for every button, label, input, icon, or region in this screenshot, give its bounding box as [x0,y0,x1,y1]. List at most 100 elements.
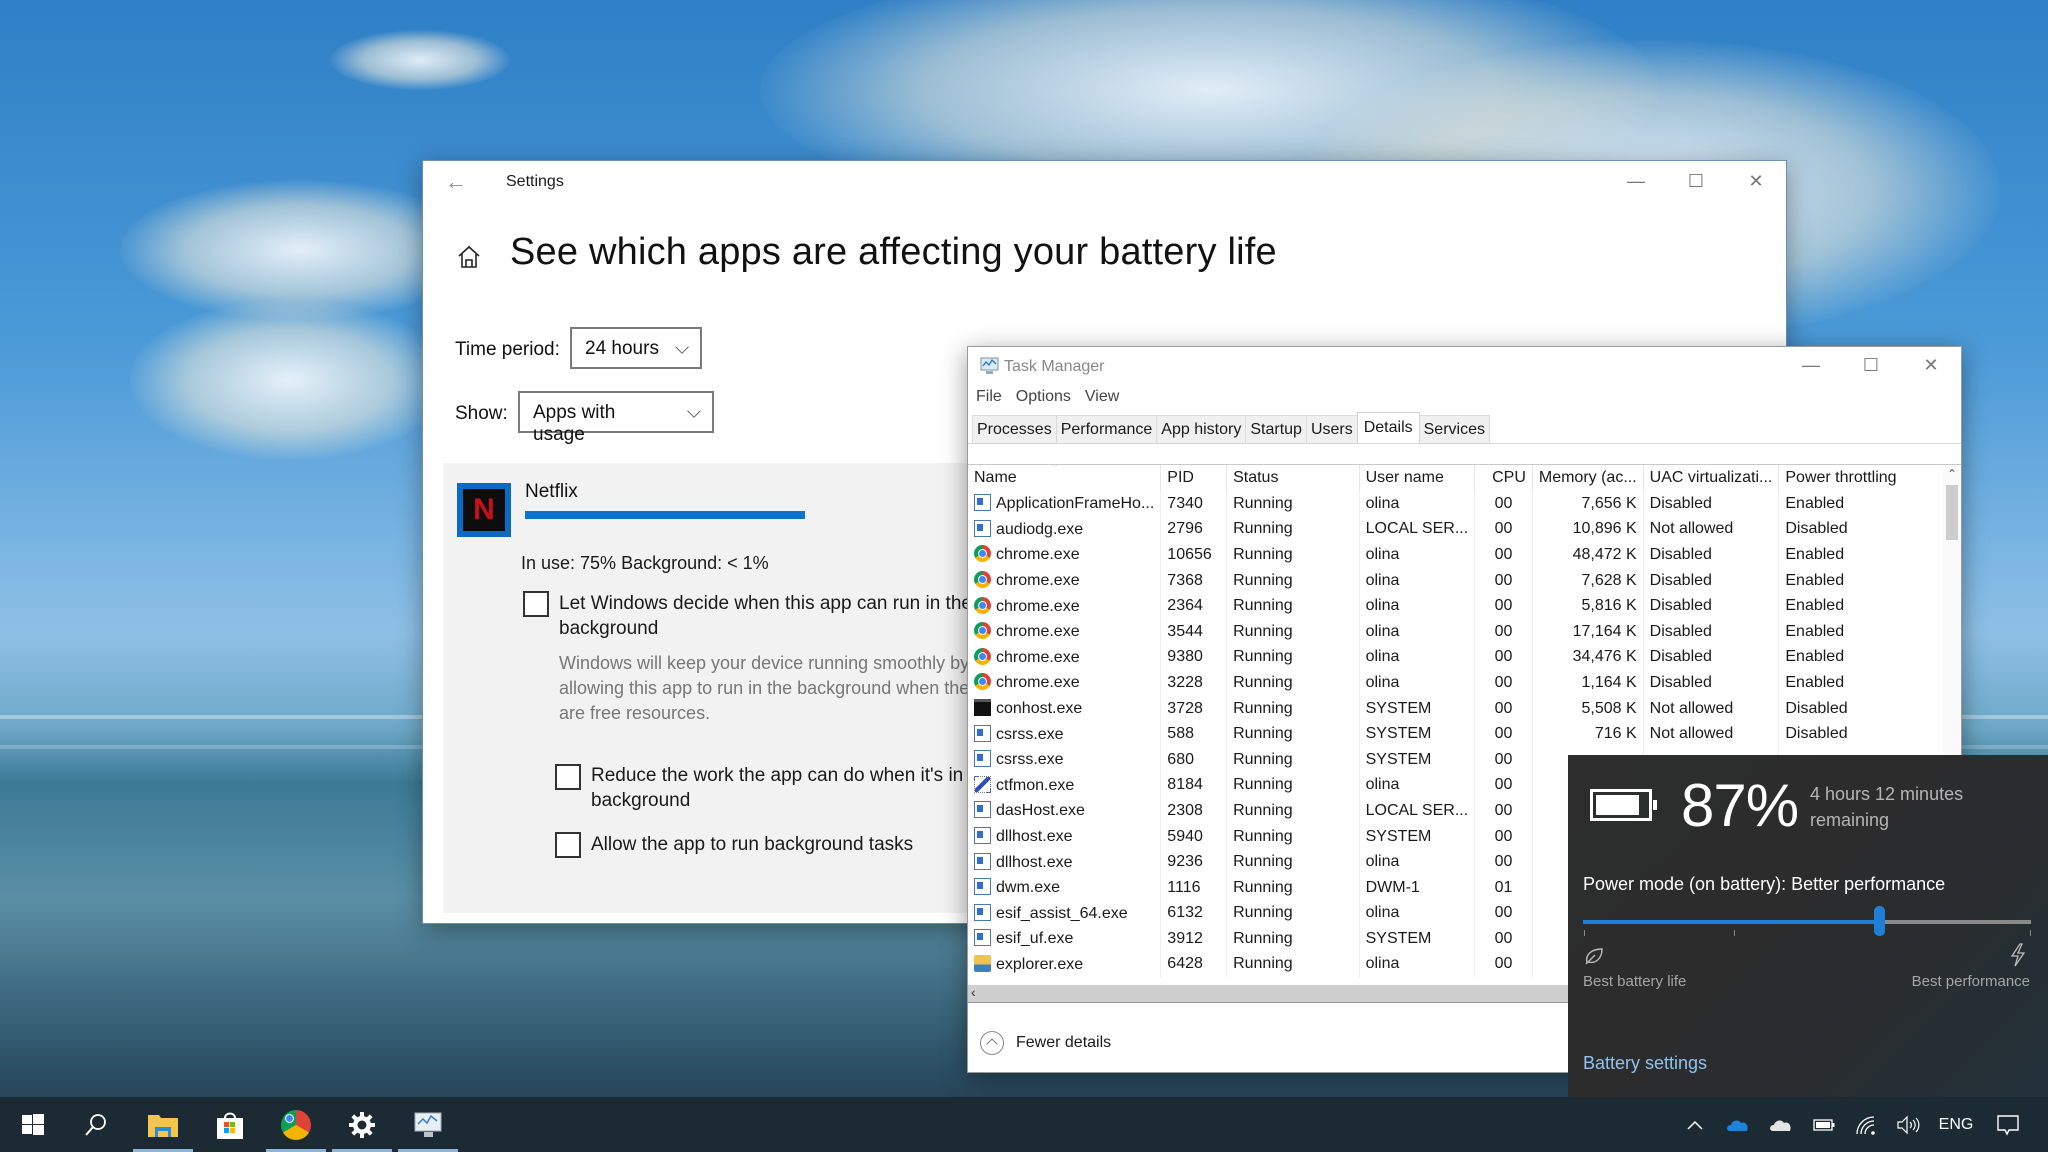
tab-services[interactable]: Services [1418,415,1490,443]
table-row[interactable]: chrome.exe 10656 Running olina 00 48,472 K Dis… [968,542,1961,568]
column-header-user[interactable]: User name [1359,465,1476,491]
show-dropdown[interactable]: Apps with usage [518,391,714,445]
start-button[interactable] [0,1097,66,1152]
taskbar-microsoft-store[interactable] [197,1097,263,1152]
task-manager-titlebar[interactable]: Task Manager — ☐ ✕ [968,347,1961,385]
taskbar-task-manager[interactable] [395,1097,461,1152]
minimize-button[interactable]: — [1781,351,1841,379]
taskbar-file-explorer[interactable] [130,1097,196,1152]
task-manager-icon [414,1112,442,1137]
scrollbar-thumb[interactable] [1946,485,1958,540]
table-row[interactable]: chrome.exe 2364 Running olina 00 5,816 K Disab… [968,593,1961,619]
cell-name: esif_uf.exe [968,926,1162,952]
column-header-name[interactable]: Name ^ [968,465,1162,491]
cell-user: olina [1359,644,1476,671]
column-header-status[interactable]: Status [1226,465,1360,491]
minimize-button[interactable]: — [1606,167,1666,195]
table-row[interactable]: ApplicationFrameHo... 7340 Running olina 00 7… [968,491,1961,517]
table-row[interactable]: csrss.exe 588 Running SYSTEM 00 716 K Not allo… [968,721,1961,747]
menu-view[interactable]: View [1085,385,1119,411]
battery-icon [1813,1118,1835,1131]
maximize-button[interactable]: ☐ [1666,167,1726,195]
tab-processes[interactable]: Processes [972,415,1057,443]
process-name: csrss.exe [996,725,1064,743]
process-name: esif_assist_64.exe [996,904,1128,922]
cell-cpu: 00 [1474,926,1533,952]
taskbar-settings[interactable] [329,1097,395,1152]
cell-user: olina [1359,849,1476,875]
reduce-work-checkbox[interactable] [555,764,581,790]
cell-pid: 588 [1160,721,1228,747]
time-period-dropdown[interactable]: 24 hours [570,327,702,369]
network-tray[interactable] [1850,1097,1882,1152]
cell-status: Running [1226,772,1360,799]
table-row[interactable]: conhost.exe 3728 Running SYSTEM 00 5,508 K Not… [968,695,1961,722]
let-windows-decide-label: Let Windows decide when this app can run… [559,591,972,641]
menu-file[interactable]: File [976,385,1002,411]
tab-details[interactable]: Details [1356,412,1420,443]
power-mode-slider[interactable] [1583,906,2031,936]
search-button[interactable] [63,1097,129,1152]
table-row[interactable]: chrome.exe 3228 Running olina 00 1,164 K Disab… [968,670,1961,696]
close-button[interactable]: ✕ [1901,351,1961,379]
action-center-button[interactable] [1990,1097,2026,1152]
close-button[interactable]: ✕ [1726,167,1786,195]
tab-startup[interactable]: Startup [1245,415,1307,443]
chrome-icon [974,673,991,691]
cell-pid: 2796 [1160,516,1228,543]
horizontal-scrollbar[interactable]: ‹ [968,984,1568,1003]
window-controls: — ☐ ✕ [1606,167,1786,195]
text-input-icon [974,775,991,793]
app-name: Netflix [525,481,578,502]
battery-settings-link[interactable]: Battery settings [1583,1053,1707,1074]
cell-cpu: 00 [1474,721,1533,747]
tab-app-history[interactable]: App history [1156,415,1247,443]
settings-titlebar[interactable]: ← Settings — ☐ ✕ [423,161,1786,203]
cell-cpu: 00 [1474,772,1533,799]
cell-status: Running [1226,874,1360,901]
maximize-button[interactable]: ☐ [1841,351,1901,379]
cell-name: chrome.exe [968,644,1162,671]
tab-performance[interactable]: Performance [1055,415,1158,443]
input-language-button[interactable]: ENG [1934,1097,1978,1152]
fewer-details-button[interactable]: Fewer details [980,1031,1111,1055]
scroll-up-icon[interactable]: ⌃ [1943,465,1961,483]
app-window-icon [974,519,991,537]
volume-tray[interactable] [1892,1097,1924,1152]
table-row[interactable]: chrome.exe 7368 Running olina 00 7,628 K Disab… [968,567,1961,594]
table-row[interactable]: chrome.exe 9380 Running olina 00 34,476 K Disa… [968,644,1961,671]
let-windows-decide-checkbox[interactable] [523,591,549,617]
home-icon[interactable] [455,243,483,271]
onedrive-business-tray[interactable] [1722,1097,1754,1152]
slider-thumb[interactable] [1873,906,1885,936]
app-window-icon [974,878,991,896]
table-row[interactable]: chrome.exe 3544 Running olina 00 17,164 K Disa… [968,618,1961,645]
taskbar-chrome[interactable] [263,1097,329,1152]
column-header-memory[interactable]: Memory (ac... [1532,465,1644,491]
cell-status: Running [1226,926,1360,952]
onedrive-personal-tray[interactable] [1765,1097,1797,1152]
cell-uac: Disabled [1643,618,1780,645]
cell-status: Running [1226,849,1360,875]
table-row[interactable]: audiodg.exe 2796 Running LOCAL SER... 00 10,8… [968,516,1961,543]
column-header-cpu[interactable]: CPU [1474,465,1533,491]
back-arrow-icon[interactable]: ← [445,169,467,195]
show-hidden-icons-button[interactable] [1680,1097,1710,1152]
onedrive-white-cloud-icon [1770,1120,1791,1131]
column-header-pid[interactable]: PID [1160,465,1228,491]
chrome-icon [974,622,991,640]
process-name: ApplicationFrameHo... [996,495,1155,513]
cell-name: ApplicationFrameHo... [968,491,1162,517]
allow-background-tasks-checkbox[interactable] [555,832,581,858]
cell-mem: 1,164 K [1532,670,1644,696]
column-header-uac[interactable]: UAC virtualizati... [1643,465,1780,491]
column-header-power-throttling[interactable]: Power throttling [1778,465,1961,491]
taskbar: ENG [0,1097,2048,1152]
scroll-left-icon[interactable]: ‹ [971,984,976,1000]
cell-uac: Disabled [1643,593,1780,619]
battery-tray[interactable] [1808,1097,1840,1152]
tab-users[interactable]: Users [1305,415,1358,443]
table-header-row: Name ^ PID Status User name CPU Memory (a… [968,465,1961,491]
option-label-line: background [591,790,691,811]
menu-options[interactable]: Options [1016,385,1071,411]
